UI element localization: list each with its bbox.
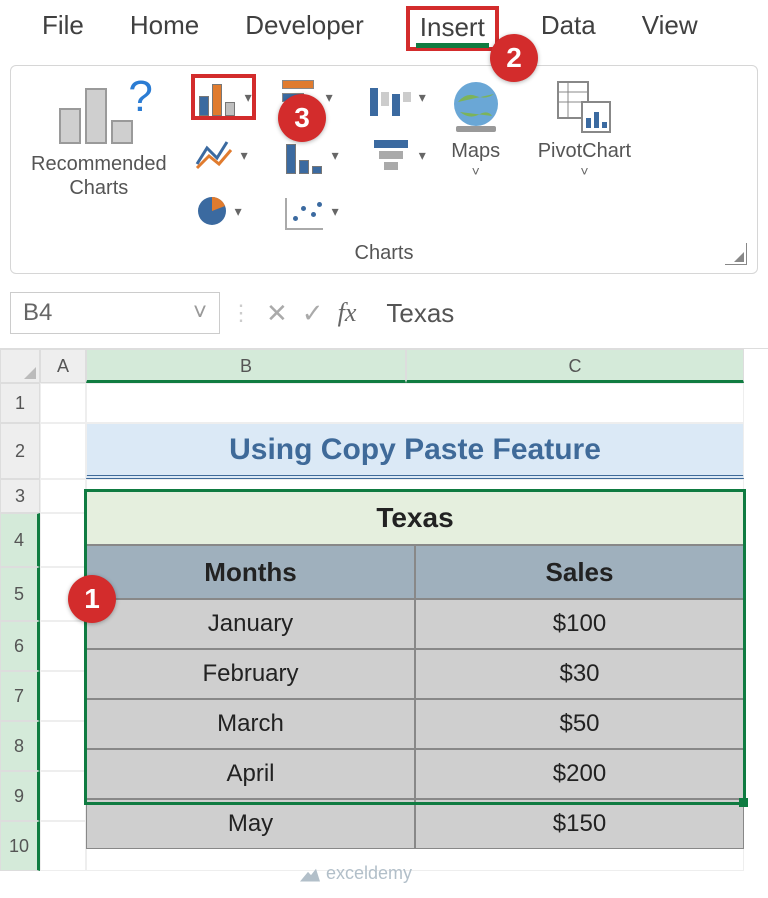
row-header[interactable]: 10 bbox=[0, 821, 40, 871]
ribbon-charts-group: ? Recommended Charts ▾ ▾ ▾ bbox=[10, 65, 758, 274]
callout-badge: 2 bbox=[490, 34, 538, 82]
tab-home[interactable]: Home bbox=[126, 10, 203, 49]
row-header[interactable]: 5 bbox=[0, 567, 40, 621]
separator-icon: ⋮ bbox=[230, 300, 252, 326]
table-row: February$30 bbox=[86, 649, 744, 699]
tab-file[interactable]: File bbox=[38, 10, 88, 49]
callout-badge: 1 bbox=[68, 575, 116, 623]
row-header[interactable]: 4 bbox=[0, 513, 40, 567]
cancel-formula-button[interactable]: ✕ bbox=[266, 298, 288, 329]
maps-label: Maps bbox=[451, 140, 500, 163]
column-header[interactable]: A bbox=[40, 349, 86, 383]
watermark-icon bbox=[300, 866, 320, 882]
insert-pie-chart-button[interactable]: ▾ bbox=[191, 190, 256, 232]
name-box[interactable]: B4 ˅ bbox=[10, 292, 220, 334]
tab-insert[interactable]: Insert bbox=[406, 6, 499, 51]
line-chart-icon bbox=[195, 138, 235, 172]
pie-chart-icon bbox=[195, 194, 229, 228]
table-title-cell[interactable]: Texas bbox=[86, 491, 744, 545]
chevron-down-icon: ▾ bbox=[245, 89, 252, 106]
chevron-down-icon: ▾ bbox=[419, 89, 426, 106]
row-header[interactable]: 9 bbox=[0, 771, 40, 821]
recommended-charts-button[interactable]: ? Recommended Charts bbox=[21, 72, 177, 200]
table-cell[interactable]: April bbox=[86, 749, 415, 799]
table-cell[interactable]: $150 bbox=[415, 799, 744, 849]
table-row: March$50 bbox=[86, 699, 744, 749]
ribbon-group-label: Charts bbox=[21, 232, 747, 273]
recommended-label-2: Charts bbox=[69, 177, 128, 199]
row-headers: 12345678910 bbox=[0, 383, 40, 871]
row-header[interactable]: 3 bbox=[0, 479, 40, 513]
chevron-down-icon: ▾ bbox=[332, 147, 339, 164]
chevron-down-icon: ˅ bbox=[472, 163, 480, 179]
menu-tabs: File Home Developer Insert Data View bbox=[0, 0, 768, 51]
chevron-down-icon: ˅ bbox=[193, 299, 207, 327]
scatter-chart-icon bbox=[285, 198, 323, 230]
insert-function-button[interactable]: fx bbox=[338, 298, 357, 328]
table-row: January$100 bbox=[86, 599, 744, 649]
tab-developer[interactable]: Developer bbox=[241, 10, 368, 49]
table-header-cell[interactable]: Months bbox=[86, 545, 415, 599]
watermark: exceldemy bbox=[300, 863, 412, 884]
table-row: May$150 bbox=[86, 799, 744, 849]
name-box-value: B4 bbox=[23, 299, 52, 327]
tab-view[interactable]: View bbox=[638, 10, 702, 49]
recommended-label-1: Recommended bbox=[31, 153, 167, 175]
question-icon: ? bbox=[128, 72, 152, 122]
insert-waterfall-chart-button[interactable]: ▾ bbox=[365, 74, 430, 120]
cells-area[interactable]: Using Copy Paste Feature Texas Months Sa… bbox=[40, 383, 768, 871]
table-cell[interactable]: January bbox=[86, 599, 415, 649]
table-cell[interactable]: $100 bbox=[415, 599, 744, 649]
row-header[interactable]: 7 bbox=[0, 671, 40, 721]
pivotchart-icon bbox=[554, 78, 614, 136]
enter-formula-button[interactable]: ✓ bbox=[302, 298, 324, 329]
row-header[interactable]: 2 bbox=[0, 423, 40, 479]
globe-icon bbox=[446, 78, 506, 136]
chevron-down-icon: ˅ bbox=[580, 163, 588, 179]
insert-funnel-chart-button[interactable]: ▾ bbox=[365, 134, 430, 176]
chevron-down-icon: ▾ bbox=[241, 147, 248, 164]
insert-scatter-chart-button[interactable]: ▾ bbox=[278, 190, 343, 232]
data-table: Texas Months Sales January$100February$3… bbox=[86, 491, 744, 849]
insert-column-bar-chart-button[interactable]: ▾ bbox=[191, 74, 256, 120]
formula-bar: B4 ˅ ⋮ ✕ ✓ fx Texas bbox=[10, 292, 758, 334]
column-header[interactable]: C bbox=[406, 349, 744, 383]
chevron-down-icon: ▾ bbox=[419, 147, 426, 164]
worksheet-grid: A B C 12345678910 Using Copy Paste Featu… bbox=[0, 348, 768, 871]
dialog-launcher-button[interactable] bbox=[725, 243, 747, 265]
column-header[interactable]: B bbox=[86, 349, 406, 383]
callout-badge: 3 bbox=[278, 94, 326, 142]
table-cell[interactable]: $50 bbox=[415, 699, 744, 749]
table-cell[interactable]: February bbox=[86, 649, 415, 699]
formula-value[interactable]: Texas bbox=[386, 298, 454, 329]
table-cell[interactable]: May bbox=[86, 799, 415, 849]
select-all-button[interactable] bbox=[0, 349, 40, 383]
pivotchart-button[interactable]: PivotChart ˅ bbox=[522, 72, 647, 179]
bar-chart-icon: ? bbox=[53, 78, 145, 148]
maps-button[interactable]: Maps ˅ bbox=[430, 72, 522, 179]
column-headers: A B C bbox=[0, 349, 768, 383]
pivotchart-label: PivotChart bbox=[538, 140, 631, 163]
row-header[interactable]: 6 bbox=[0, 621, 40, 671]
table-header-cell[interactable]: Sales bbox=[415, 545, 744, 599]
table-row: April$200 bbox=[86, 749, 744, 799]
sheet-title-cell[interactable]: Using Copy Paste Feature bbox=[86, 423, 744, 479]
tab-data[interactable]: Data bbox=[537, 10, 600, 49]
table-cell[interactable]: March bbox=[86, 699, 415, 749]
row-header[interactable]: 8 bbox=[0, 721, 40, 771]
table-cell[interactable]: $200 bbox=[415, 749, 744, 799]
insert-line-chart-button[interactable]: ▾ bbox=[191, 134, 256, 176]
chevron-down-icon: ▾ bbox=[326, 89, 333, 106]
table-cell[interactable]: $30 bbox=[415, 649, 744, 699]
chevron-down-icon: ▾ bbox=[235, 203, 242, 220]
row-header[interactable]: 1 bbox=[0, 383, 40, 423]
chevron-down-icon: ▾ bbox=[332, 203, 339, 220]
